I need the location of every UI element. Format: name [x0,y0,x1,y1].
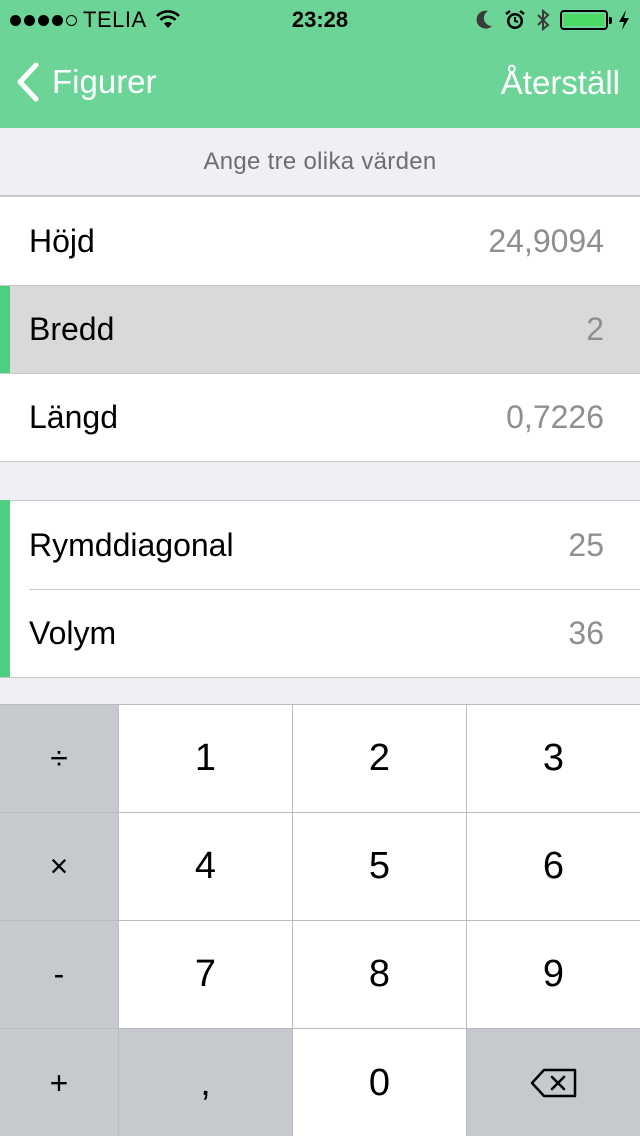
row-value: 36 [568,614,604,651]
row-value: 24,9094 [488,222,604,259]
row-value: 2 [586,311,604,347]
back-label: Figurer [52,63,157,100]
row-label: Höjd [29,222,95,259]
reset-button[interactable]: Återställ [501,64,620,102]
key-5[interactable]: 5 [293,813,467,921]
section-header: Ange tre olika värden [0,128,640,196]
key-0[interactable]: 0 [293,1029,467,1136]
numeric-keypad: ÷ 1 2 3 × 4 5 6 - 7 8 9 + , 0 [0,704,640,1136]
battery-icon [560,10,612,30]
key-3[interactable]: 3 [467,705,640,813]
row-label: Längd [29,399,118,435]
delete-icon [530,1068,576,1098]
row-height[interactable]: Höjd 24,9094 [0,197,640,285]
row-space-diagonal[interactable]: Rymddiagonal 25 [0,500,640,589]
row-label: Volym [29,614,117,651]
charging-icon [619,10,629,30]
key-minus[interactable]: - [0,921,119,1029]
delete-key[interactable] [467,1029,640,1136]
key-6[interactable]: 6 [467,813,640,921]
row-length[interactable]: Längd 0,7226 [0,373,640,461]
key-multiply[interactable]: × [0,813,119,921]
status-bar: TELIA 23:28 [0,0,640,40]
key-1[interactable]: 1 [119,705,293,813]
section-header-label: Ange tre olika värden [203,147,437,175]
status-right [474,8,630,32]
key-9[interactable]: 9 [467,921,640,1029]
row-width[interactable]: Bredd 2 [0,285,640,373]
row-label: Bredd [29,311,115,347]
moon-icon [476,10,492,29]
key-plus[interactable]: + [0,1029,119,1136]
back-button[interactable]: Figurer [14,62,157,102]
row-volume[interactable]: Volym 36 [0,588,640,677]
key-8[interactable]: 8 [293,921,467,1029]
key-7[interactable]: 7 [119,921,293,1029]
header: TELIA 23:28 Figurer Återställ [0,0,640,128]
bluetooth-icon [537,8,550,32]
alarm-icon [505,10,525,29]
results-group: Rymddiagonal 25 Volym 36 [0,500,640,678]
key-2[interactable]: 2 [293,705,467,813]
key-divide[interactable]: ÷ [0,705,119,813]
row-label: Rymddiagonal [29,526,234,563]
dimensions-group: Höjd 24,9094 Bredd 2 Längd 0,7226 [0,196,640,462]
row-value: 25 [568,526,604,563]
chevron-left-icon [17,62,39,102]
row-value: 0,7226 [506,399,604,435]
key-decimal-comma[interactable]: , [119,1029,293,1136]
key-4[interactable]: 4 [119,813,293,921]
navigation-bar: Figurer Återställ [0,40,640,128]
